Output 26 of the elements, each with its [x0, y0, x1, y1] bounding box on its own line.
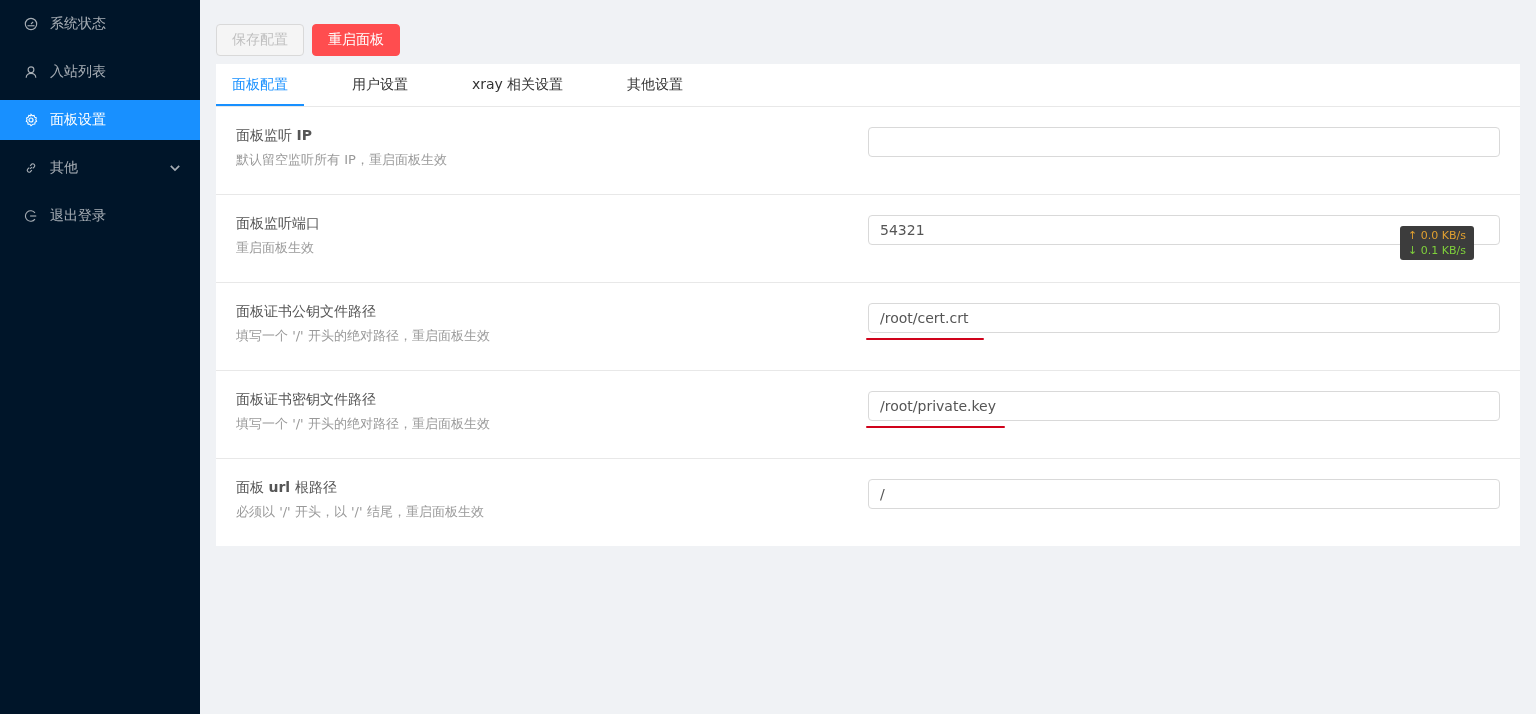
upload-speed: ↑ 0.0 KB/s [1408, 229, 1466, 242]
setting-label: 面板 url 根路径 [236, 479, 338, 497]
setting-label: 面板监听端口 [236, 215, 321, 233]
tab[interactable]: xray 相关设置 [456, 64, 580, 106]
gauge-icon [24, 17, 38, 31]
tab[interactable]: 其他设置 [611, 64, 700, 106]
link-icon [24, 161, 38, 175]
sidebar-item[interactable]: 退出登录 [0, 196, 200, 236]
logout-icon [24, 209, 38, 223]
setting-hint: 默认留空监听所有 IP，重启面板生效 [236, 151, 448, 169]
setting-hint: 重启面板生效 [236, 239, 315, 257]
sidebar-item[interactable]: 其他 [0, 148, 200, 188]
user-icon [24, 65, 38, 79]
sidebar-item[interactable]: 系统状态 [0, 4, 200, 44]
setting-label: 面板证书密钥文件路径 [236, 391, 377, 409]
gear-icon [24, 113, 38, 127]
input-field[interactable]: / [868, 479, 1500, 509]
sidebar-item[interactable]: 入站列表 [0, 52, 200, 92]
input-field[interactable]: /root/private.key [868, 391, 1500, 421]
input-field[interactable] [868, 127, 1500, 157]
download-speed: ↓ 0.1 KB/s [1408, 244, 1466, 257]
input-field[interactable]: /root/cert.crt [868, 303, 1500, 333]
setting-label: 面板监听 IP [236, 127, 313, 145]
tab[interactable]: 用户设置 [336, 64, 424, 106]
setting-label: 面板证书公钥文件路径 [236, 303, 377, 321]
setting-hint: 必须以 '/' 开头，以 '/' 结尾，重启面板生效 [236, 503, 485, 521]
